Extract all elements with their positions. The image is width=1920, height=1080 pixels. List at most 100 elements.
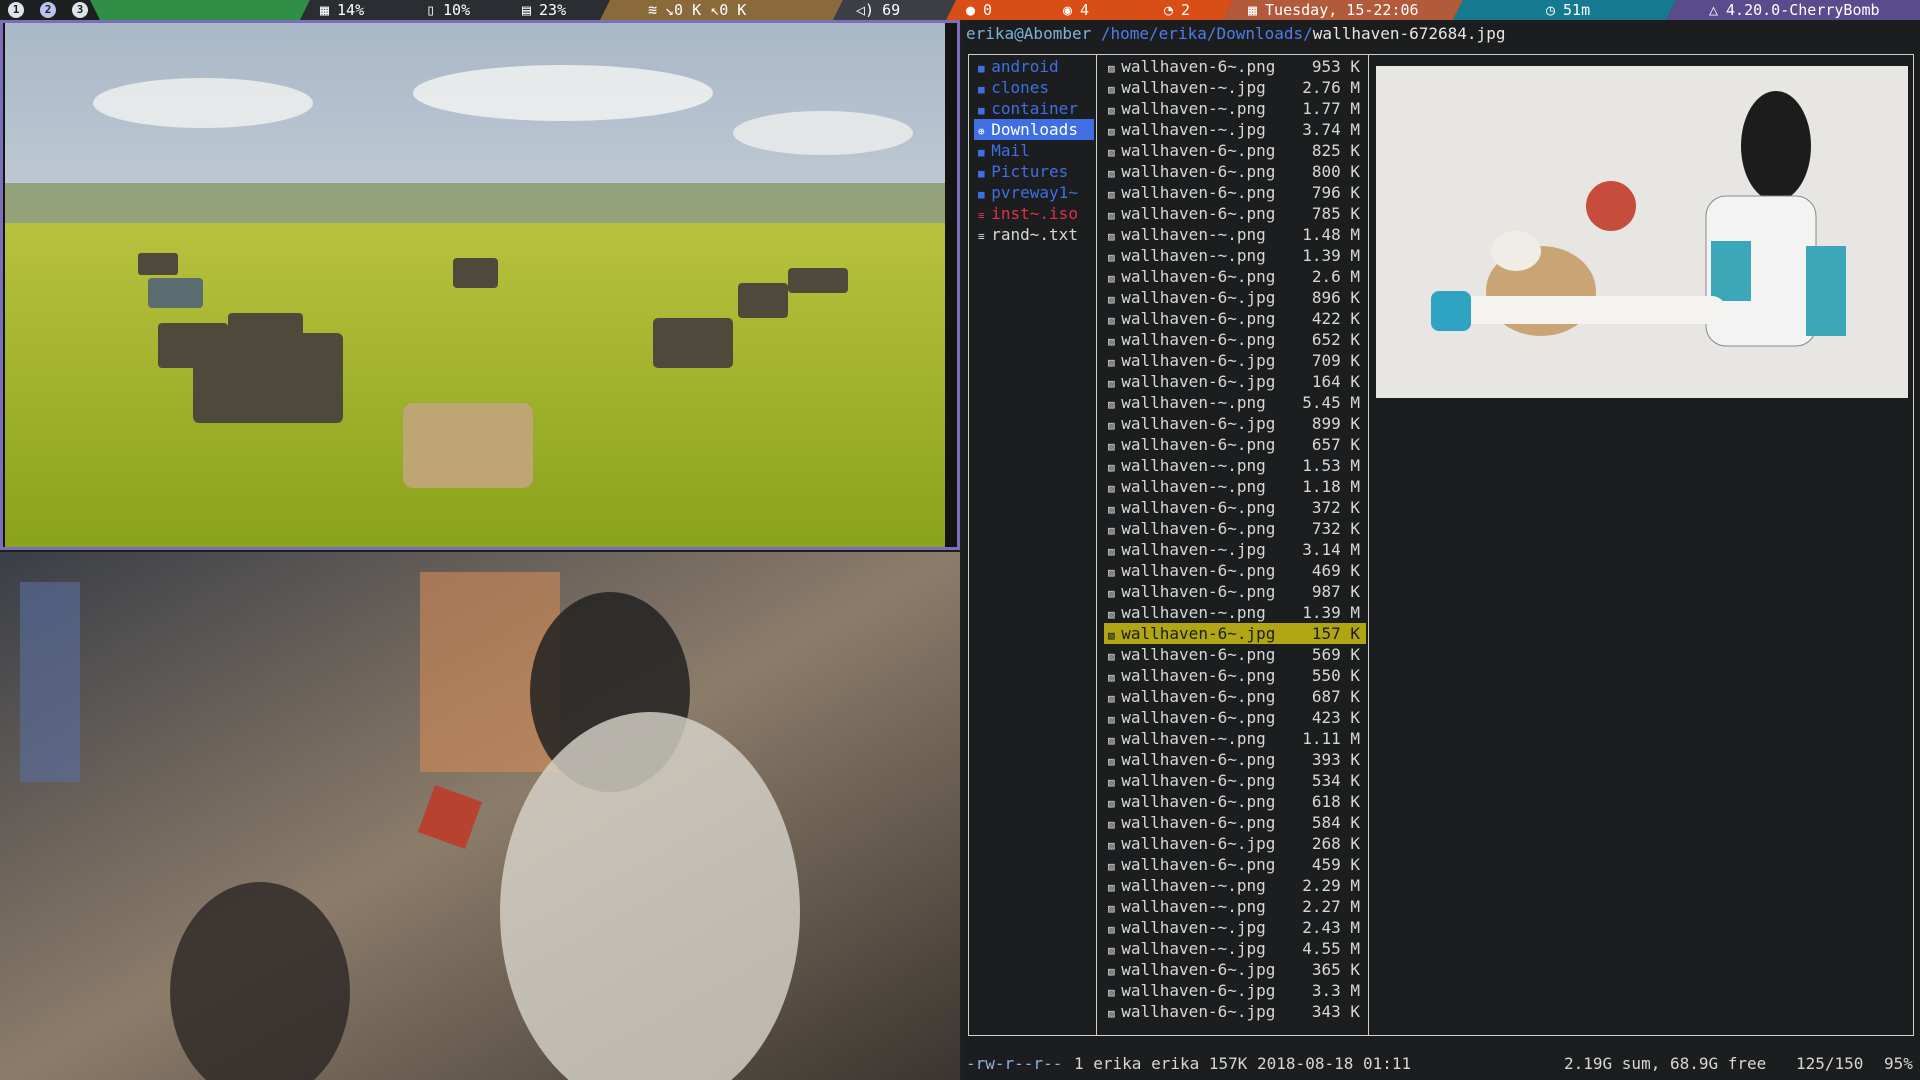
image-file-icon: ▨ [1108,944,1122,957]
reddit-icon: ◉ [1063,1,1073,19]
reddit-indicator[interactable]: ◉ 4 [1063,0,1089,20]
image-file-icon: ▨ [1108,209,1122,222]
file-name: wallhaven-6~.jpg [1121,624,1276,643]
ranger-file-manager[interactable]: erika@Abomber /home/erika/Downloads/wall… [962,20,1920,1080]
image-file-icon: ▨ [1108,629,1122,642]
file-item[interactable]: ▨ wallhaven-6~.png 732 K [1104,518,1366,539]
file-item[interactable]: ▨ wallhaven-6~.jpg 899 K [1104,413,1366,434]
dir-item[interactable]: ■ clones [974,77,1094,98]
file-item[interactable]: ▨ wallhaven-~.jpg 3.74 M [1104,119,1366,140]
dir-item-label: pvreway1~ [991,183,1078,202]
image-viewer-window-2[interactable] [0,552,960,1080]
file-item[interactable]: ▨ wallhaven-6~.jpg 896 K [1104,287,1366,308]
file-item[interactable]: ▨ wallhaven-~.png 1.77 M [1104,98,1366,119]
dir-item[interactable]: ■ Mail [974,140,1094,161]
file-item[interactable]: ▨ wallhaven-6~.png 2.6 M [1104,266,1366,287]
file-item[interactable]: ▨ wallhaven-6~.png 987 K [1104,581,1366,602]
file-item[interactable]: ▨ wallhaven-~.jpg 2.76 M [1104,77,1366,98]
status-position: 125/150 [1796,1054,1864,1073]
file-name: wallhaven-~.jpg [1121,78,1266,97]
status-disk-usage: 2.19G sum, 68.9G free [1564,1054,1767,1073]
file-item[interactable]: ▨ wallhaven-6~.png 687 K [1104,686,1366,707]
wifi-icon: ≋ [648,1,658,19]
file-item[interactable]: ▨ wallhaven-~.png 1.39 M [1104,602,1366,623]
linux-icon: △ [1709,1,1719,19]
file-item[interactable]: ▨ wallhaven-~.png 2.29 M [1104,875,1366,896]
file-item[interactable]: ▨ wallhaven-6~.png 459 K [1104,854,1366,875]
github-indicator[interactable]: ● 0 [966,0,992,20]
dir-item[interactable]: ■ android [974,56,1094,77]
file-item[interactable]: ▨ wallhaven-6~.png 618 K [1104,791,1366,812]
rss-icon: ◔ [1164,1,1174,19]
calendar-icon: ▦ [1248,1,1258,19]
file-item[interactable]: ▨ wallhaven-6~.png 825 K [1104,140,1366,161]
file-item[interactable]: ▨ wallhaven-6~.png 423 K [1104,707,1366,728]
path-file: wallhaven-672684.jpg [1312,24,1506,43]
image-file-icon: ▨ [1108,608,1122,621]
status-permissions: -rw-r--r-- [966,1054,1063,1073]
dir-item[interactable]: ≡ rand~.txt [974,224,1094,245]
file-name: wallhaven-6~.png [1121,687,1276,706]
file-item[interactable]: ▨ wallhaven-6~.jpg 164 K [1104,371,1366,392]
file-item[interactable]: ▨ wallhaven-6~.jpg 709 K [1104,350,1366,371]
image-file-icon: ▨ [1108,356,1122,369]
file-item[interactable]: ▨ wallhaven-~.png 2.27 M [1104,896,1366,917]
timer-indicator[interactable]: ◷ 51m [1546,0,1590,20]
volume-indicator[interactable]: ◁) 69 [856,0,900,20]
file-item[interactable]: ▨ wallhaven-6~.jpg 157 K [1104,623,1366,644]
file-item[interactable]: ▨ wallhaven-6~.png 953 K [1104,56,1366,77]
file-item[interactable]: ▨ wallhaven-6~.png 534 K [1104,770,1366,791]
parent-directory-column[interactable]: ■ android ■ clones ■ container ⊕ Downloads ■… [974,56,1094,245]
image-file-icon: ▨ [1108,293,1122,306]
dir-item[interactable]: ⊕ Downloads [974,119,1094,140]
clock[interactable]: ▦ Tuesday, 15-22:06 [1248,0,1419,20]
dir-item[interactable]: ■ Pictures [974,161,1094,182]
file-item[interactable]: ▨ wallhaven-~.png 1.48 M [1104,224,1366,245]
file-name: wallhaven-6~.png [1121,708,1276,727]
file-item[interactable]: ▨ wallhaven-~.png 1.39 M [1104,245,1366,266]
file-item[interactable]: ▨ wallhaven-6~.jpg 268 K [1104,833,1366,854]
file-icon: ≡ [978,230,992,243]
file-item[interactable]: ▨ wallhaven-6~.png 652 K [1104,329,1366,350]
image-file-icon: ▨ [1108,902,1122,915]
file-size: 2.27 M [1302,897,1360,916]
file-size: 3.14 M [1302,540,1360,559]
file-size: 953 K [1311,57,1360,76]
file-name: wallhaven-6~.png [1121,309,1276,328]
file-size: 2.76 M [1302,78,1360,97]
file-item[interactable]: ▨ wallhaven-6~.jpg 365 K [1104,959,1366,980]
file-size: 709 K [1311,351,1360,370]
file-item[interactable]: ▨ wallhaven-~.png 1.53 M [1104,455,1366,476]
file-item[interactable]: ▨ wallhaven-6~.jpg 3.3 M [1104,980,1366,1001]
file-item[interactable]: ▨ wallhaven-~.png 5.45 M [1104,392,1366,413]
file-item[interactable]: ▨ wallhaven-6~.png 393 K [1104,749,1366,770]
dir-item[interactable]: ≡ inst~.iso [974,203,1094,224]
file-item[interactable]: ▨ wallhaven-6~.png 796 K [1104,182,1366,203]
file-item[interactable]: ▨ wallhaven-6~.png 372 K [1104,497,1366,518]
file-item[interactable]: ▨ wallhaven-6~.png 584 K [1104,812,1366,833]
file-item[interactable]: ▨ wallhaven-6~.jpg 343 K [1104,1001,1366,1022]
file-item[interactable]: ▨ wallhaven-6~.png 469 K [1104,560,1366,581]
file-item[interactable]: ▨ wallhaven-6~.png 657 K [1104,434,1366,455]
file-item[interactable]: ▨ wallhaven-~.jpg 3.14 M [1104,539,1366,560]
dir-item[interactable]: ■ container [974,98,1094,119]
file-list-column[interactable]: ▨ wallhaven-6~.png 953 K ▨ wallhaven-~.jpg… [1104,56,1366,1022]
file-name: wallhaven-6~.png [1121,750,1276,769]
image-file-icon: ▨ [1108,419,1122,432]
image-file-icon: ▨ [1108,335,1122,348]
file-size: 825 K [1311,141,1360,160]
file-item[interactable]: ▨ wallhaven-6~.png 422 K [1104,308,1366,329]
file-item[interactable]: ▨ wallhaven-6~.png 550 K [1104,665,1366,686]
file-item[interactable]: ▨ wallhaven-~.png 1.11 M [1104,728,1366,749]
file-item[interactable]: ▨ wallhaven-~.jpg 4.55 M [1104,938,1366,959]
rss-indicator[interactable]: ◔ 2 [1164,0,1190,20]
file-item[interactable]: ▨ wallhaven-6~.png 800 K [1104,161,1366,182]
file-item[interactable]: ▨ wallhaven-~.jpg 2.43 M [1104,917,1366,938]
file-name: wallhaven-~.png [1121,729,1266,748]
file-item[interactable]: ▨ wallhaven-6~.png 569 K [1104,644,1366,665]
image-file-icon: ▨ [1108,818,1122,831]
dir-item[interactable]: ■ pvreway1~ [974,182,1094,203]
file-item[interactable]: ▨ wallhaven-~.png 1.18 M [1104,476,1366,497]
file-item[interactable]: ▨ wallhaven-6~.png 785 K [1104,203,1366,224]
image-viewer-window-1[interactable] [0,20,960,550]
